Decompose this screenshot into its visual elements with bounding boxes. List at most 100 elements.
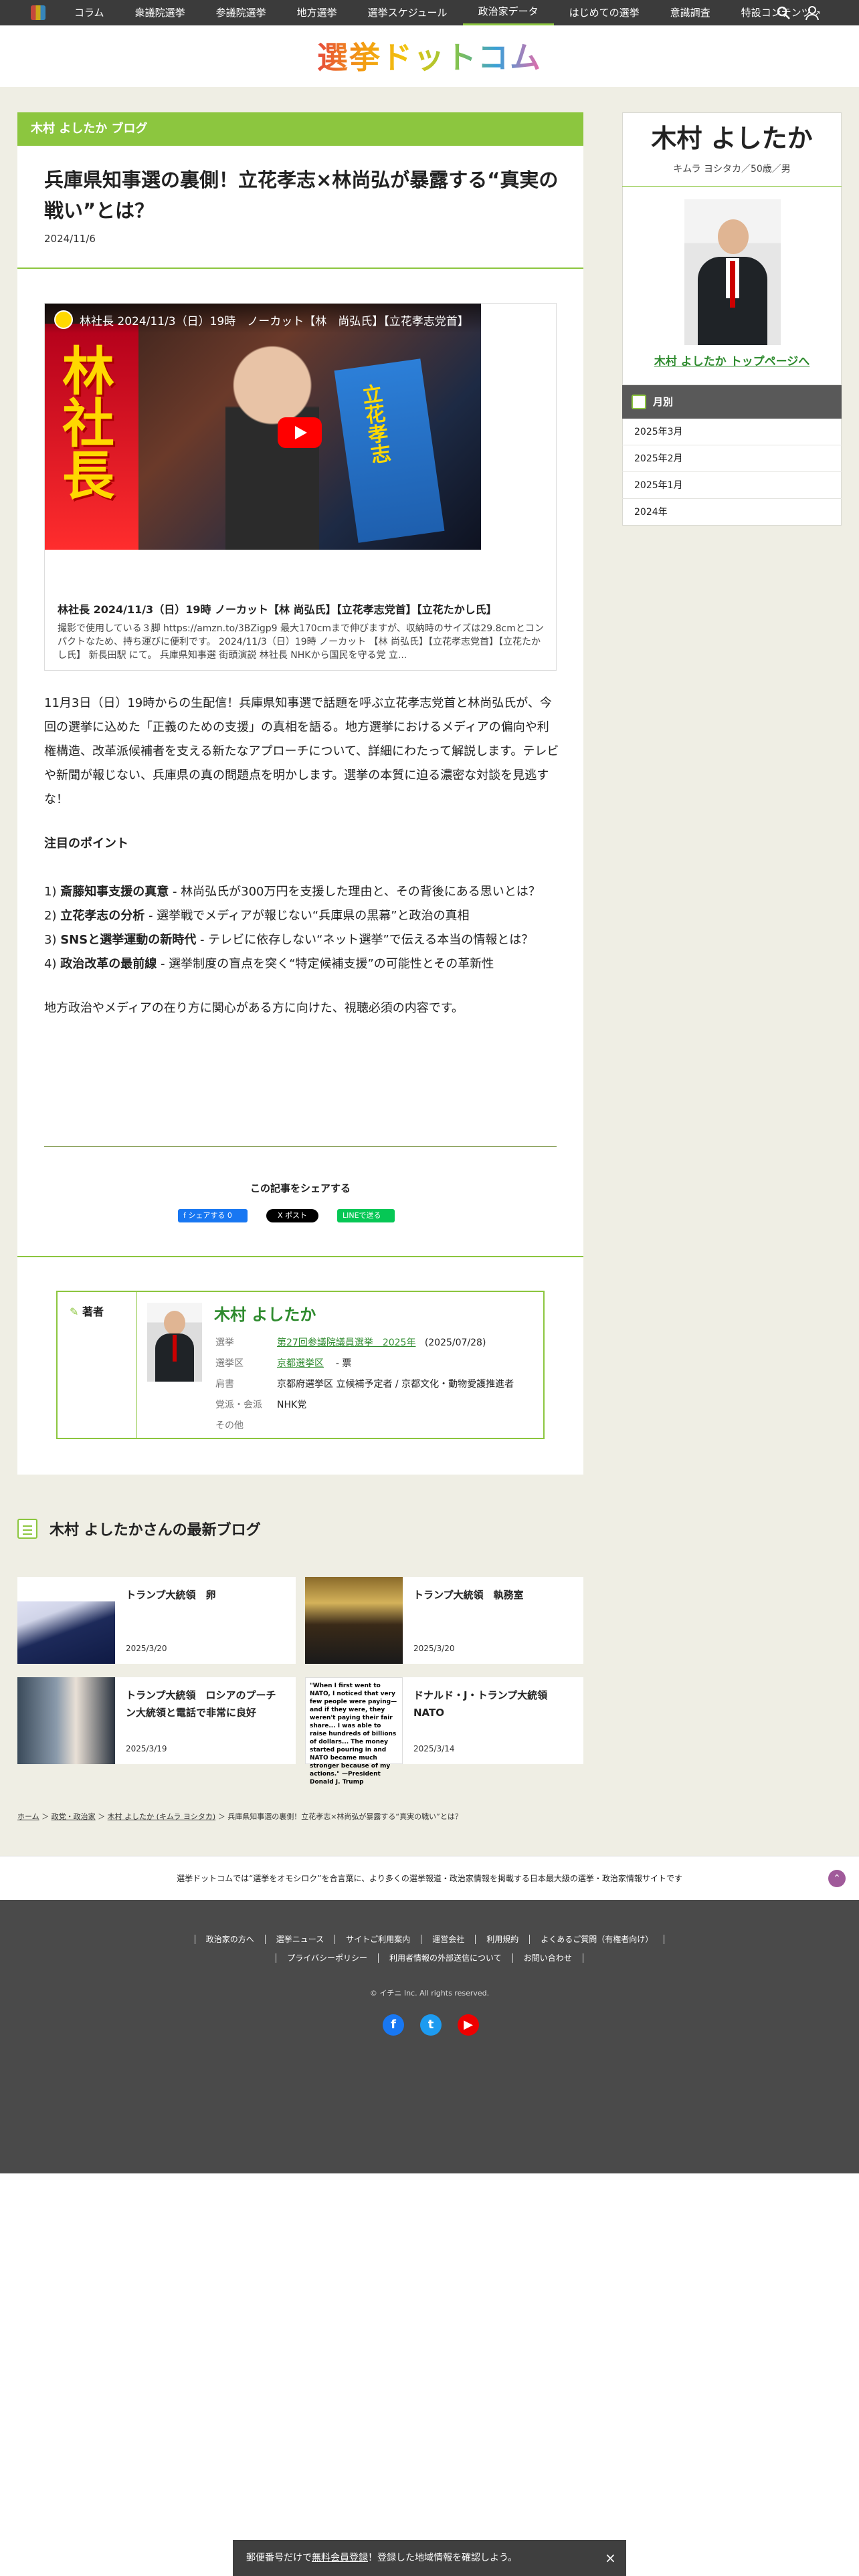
footer-link[interactable]: 利用規約 bbox=[475, 1935, 530, 1944]
divider bbox=[44, 1146, 557, 1147]
nav-label: 政治家データ bbox=[478, 5, 539, 17]
blog-card-title: トランプ大統領 卵 bbox=[126, 1589, 216, 1601]
footer-link[interactable]: 利用者情報の外部送信について bbox=[378, 1953, 512, 1963]
election-link[interactable]: 第27回参議院議員選挙 2025年 bbox=[277, 1337, 415, 1348]
author-row: その他 bbox=[215, 1420, 244, 1431]
close-icon[interactable]: × bbox=[605, 2549, 616, 2567]
sidebar-photo[interactable] bbox=[684, 199, 781, 345]
footer-link[interactable]: 運営会社 bbox=[421, 1935, 476, 1944]
channel-avatar[interactable] bbox=[54, 310, 73, 329]
x-post-button[interactable]: X ポスト bbox=[266, 1209, 318, 1222]
twitter-icon[interactable]: t bbox=[420, 2014, 442, 2036]
breadcrumb-politician[interactable]: 木村 よしたか (キムラ ヨシタカ) bbox=[108, 1812, 216, 1821]
nav-item-first-election[interactable]: はじめての選挙 bbox=[554, 0, 655, 25]
nav-item-local[interactable]: 地方選挙 bbox=[282, 0, 353, 25]
point-item: 1) 斎藤知事支援の真意 - 林尚弘氏が300万円を支援した理由と、その背後にあ… bbox=[44, 885, 541, 899]
site-logo-icon[interactable] bbox=[31, 5, 45, 20]
list-icon bbox=[17, 1519, 37, 1539]
footer-link[interactable]: プライバシーポリシー bbox=[276, 1953, 379, 1963]
nav-item-sangiin[interactable]: 参議院選挙 bbox=[201, 0, 282, 25]
breadcrumb: ホーム ＞ 政党・政治家 ＞ 木村 よしたか (キムラ ヨシタカ) ＞ 兵庫県知… bbox=[17, 1812, 462, 1821]
user-icon[interactable] bbox=[804, 5, 820, 21]
author-name[interactable]: 木村 よしたか bbox=[214, 1301, 316, 1325]
signup-banner: 郵便番号だけで無料会員登録！登録した地域情報を確認しよう。 bbox=[233, 2540, 626, 2576]
footer-message: 選挙ドットコムでは“選挙をオモシロク”を合言葉に、より多くの選挙報道・政治家情報… bbox=[0, 1856, 859, 1900]
nav-label: 選挙スケジュール bbox=[367, 7, 448, 19]
author-photo[interactable] bbox=[147, 1303, 202, 1382]
calendar-icon bbox=[632, 395, 646, 409]
footer-links: 政治家の方へ 選挙ニュース サイトご利用案内 運営会社 利用規約 よくあるご質問（有権者向… bbox=[0, 1930, 859, 1967]
post-title: 兵庫県知事選の裏側！立花孝志×林尚弘が暴露する“真実の戦い”とは？ bbox=[44, 169, 559, 222]
blog-card-title: ドナルド・J・トランプ大統領 NATO bbox=[413, 1689, 548, 1719]
blog-card[interactable]: トランプ大統領 執務室 2025/3/20 bbox=[305, 1577, 583, 1664]
blog-card-thumbnail bbox=[17, 1677, 115, 1764]
facebook-share-button[interactable]: f シェアする 0 bbox=[178, 1209, 248, 1222]
line-share-button[interactable]: LINEで送る bbox=[337, 1209, 395, 1222]
blog-card-date: 2025/3/20 bbox=[126, 1644, 167, 1653]
blog-card-date: 2025/3/14 bbox=[413, 1744, 455, 1753]
nav-item-politician-data[interactable]: 政治家データ bbox=[462, 0, 554, 25]
author-row: 肩書 京都府選挙区 立候補予定者 / 京都文化・動物愛護推進者 bbox=[215, 1379, 514, 1390]
footer-link[interactable]: お問い合わせ bbox=[512, 1953, 583, 1963]
blog-card-title: トランプ大統領 執務室 bbox=[413, 1589, 524, 1601]
video-caption-title[interactable]: 林社長 2024/11/3（日）19時 ノーカット【林 尚弘氏】【立花孝志党首】… bbox=[58, 601, 539, 617]
post-closing: 地方政治やメディアの在り方に関心がある方に向けた、視聴必須の内容です。 bbox=[44, 1001, 464, 1015]
post-intro: 11月3日（日）19時からの生配信！兵庫県知事選で話題を呼ぶ立花孝志党首と林尚弘… bbox=[44, 696, 559, 807]
footer-link[interactable]: 政治家の方へ bbox=[194, 1935, 265, 1944]
author-label: ✎ 著者 bbox=[70, 1305, 104, 1318]
search-icon[interactable] bbox=[776, 5, 791, 20]
footer-link[interactable]: よくあるご質問（有権者向け） bbox=[529, 1935, 665, 1944]
signup-link[interactable]: 無料会員登録 bbox=[312, 2553, 368, 2563]
copyright: © イチニ Inc. All rights reserved. bbox=[369, 1989, 490, 1998]
video-caption-description: 撮影で使用している３脚 https://amzn.to/3BZigp9 最大17… bbox=[58, 623, 544, 661]
site-brand-logo[interactable]: 選挙ドットコム bbox=[0, 39, 859, 76]
monthly-heading: 月別 bbox=[622, 385, 842, 419]
footer-link[interactable]: サイトご利用案内 bbox=[335, 1935, 421, 1944]
sidebar-name: 木村 よしたか bbox=[651, 124, 813, 153]
blog-card[interactable]: "When I first went to NATO, I noticed th… bbox=[305, 1677, 583, 1786]
nav-item-column[interactable]: コラム bbox=[59, 0, 120, 25]
video-overlay-title[interactable]: 林社長 2024/11/3（日）19時 ノーカット【林 尚弘氏】【立花孝志党首】 bbox=[80, 312, 469, 328]
blog-title-bar[interactable]: 木村 よしたか ブログ bbox=[17, 112, 583, 146]
video-player[interactable]: 林社長 立花孝志 林社長 2024/11/3（日）19時 ノーカット【林 尚弘氏… bbox=[45, 304, 481, 550]
author-row: 選挙区 京都選挙区 - 票 bbox=[215, 1358, 352, 1369]
nav-item-schedule[interactable]: 選挙スケジュール bbox=[353, 0, 463, 25]
social-links: f t ▶ bbox=[383, 2014, 479, 2036]
points-section: 注目のポイント 1) 斎藤知事支援の真意 - 林尚弘氏が300万円を支援した理由… bbox=[44, 832, 573, 1021]
district-link[interactable]: 京都選挙区 bbox=[277, 1358, 324, 1369]
breadcrumb-current: 兵庫県知事選の裏側！立花孝志×林尚弘が暴露する“真実の戦い”とは？ bbox=[227, 1812, 462, 1821]
author-details: 選挙 第27回参議院議員選挙 2025年 (2025/07/28) 選挙区 京都選挙… bbox=[214, 1332, 515, 1437]
month-item[interactable]: 2024年 bbox=[622, 499, 842, 526]
blog-card-thumbnail bbox=[305, 1577, 403, 1664]
month-item[interactable]: 2025年3月 bbox=[622, 419, 842, 445]
share-heading: この記事をシェアする bbox=[250, 1182, 351, 1194]
nav-item-survey[interactable]: 意識調査 bbox=[655, 0, 726, 25]
facebook-icon[interactable]: f bbox=[383, 2014, 404, 2036]
youtube-icon[interactable]: ▶ bbox=[458, 2014, 479, 2036]
footer-link[interactable]: 選挙ニュース bbox=[264, 1935, 335, 1944]
month-item[interactable]: 2025年2月 bbox=[622, 445, 842, 472]
top-page-link[interactable]: 木村 よしたか トップページへ bbox=[622, 352, 842, 368]
nav-label: 意識調査 bbox=[670, 7, 710, 19]
latest-blogs-heading: 木村 よしたかさんの最新ブログ bbox=[17, 1518, 261, 1539]
breadcrumb-parties[interactable]: 政党・政治家 bbox=[52, 1812, 96, 1821]
blog-card-date: 2025/3/19 bbox=[126, 1744, 167, 1753]
points-heading: 注目のポイント bbox=[44, 837, 128, 851]
blog-card[interactable]: トランプ大統領 ロシアのプーチン大統領と電話で非常に良好 2025/3/19 bbox=[17, 1677, 296, 1764]
divider bbox=[17, 267, 583, 269]
video-thumbnail-text: 林社長 bbox=[54, 344, 114, 500]
divider bbox=[17, 1256, 583, 1257]
blog-card-thumbnail bbox=[17, 1577, 115, 1664]
nav-label: はじめての選挙 bbox=[569, 7, 640, 19]
share-buttons: f シェアする 0 X ポスト LINEで送る bbox=[178, 1209, 479, 1224]
play-button-icon[interactable] bbox=[278, 417, 322, 448]
blog-card[interactable]: トランプ大統領 卵 2025/3/20 bbox=[17, 1577, 296, 1664]
month-item[interactable]: 2025年1月 bbox=[622, 472, 842, 499]
sidebar-subtitle: キムラ ヨシタカ／50歳／男 bbox=[673, 164, 791, 175]
nav-item-shugiin[interactable]: 衆議院選挙 bbox=[120, 0, 201, 25]
back-to-top-icon[interactable]: ⌃ bbox=[828, 1870, 846, 1887]
divider bbox=[622, 186, 842, 187]
post-date: 2024/11/6 bbox=[44, 233, 96, 245]
blog-card-date: 2025/3/20 bbox=[413, 1644, 455, 1653]
breadcrumb-home[interactable]: ホーム bbox=[17, 1812, 39, 1821]
